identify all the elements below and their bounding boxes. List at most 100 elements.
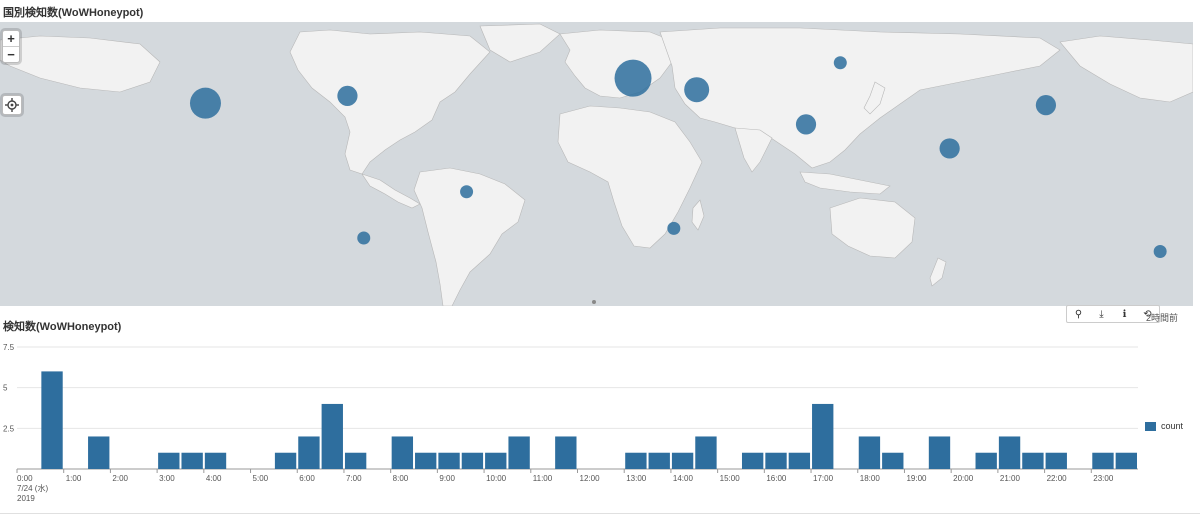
count-bar-chart: 2.5 5 7.5 0:00 1:00 2:00 3:00 4:00 5:00 6:00 7:00 8… (0, 335, 1200, 515)
map-marker[interactable] (1153, 244, 1167, 258)
x-tick-label: 5:00 (253, 474, 269, 483)
bar[interactable] (158, 452, 180, 469)
bar[interactable] (1092, 452, 1114, 469)
x-tick-label: 10:00 (486, 474, 507, 483)
map-marker[interactable] (795, 114, 817, 135)
y-tick-label: 5 (3, 384, 8, 393)
bar[interactable] (555, 436, 577, 469)
chart-panel-title: 検知数(WoWHoneypot) (3, 321, 122, 333)
info-icon[interactable]: ℹ (1118, 309, 1132, 320)
search-icon[interactable]: ⚲ (1072, 309, 1086, 320)
bar[interactable] (508, 436, 530, 469)
asia-landmass (659, 27, 1061, 169)
download-icon[interactable]: ⤓ (1095, 309, 1109, 320)
x-tick-label: 0:00 (17, 474, 33, 483)
date-label: 7/24 (水) (17, 483, 48, 493)
north-america-wrap (1059, 35, 1193, 103)
world-map[interactable]: + − (0, 22, 1193, 306)
x-tick-label: 11:00 (533, 474, 553, 483)
x-tick-label: 22:00 (1047, 474, 1068, 483)
legend-swatch (1145, 421, 1156, 431)
bar[interactable] (298, 436, 320, 469)
bar[interactable] (1022, 452, 1044, 469)
x-tick-label: 12:00 (580, 474, 601, 483)
x-tick-label: 4:00 (206, 474, 222, 483)
map-marker[interactable] (614, 59, 652, 97)
map-marker[interactable] (189, 87, 221, 119)
madagascar-landmass (691, 199, 705, 231)
bar[interactable] (975, 452, 997, 469)
x-tick-label: 7:00 (346, 474, 362, 483)
map-marker[interactable] (939, 138, 960, 159)
bar[interactable] (882, 452, 904, 469)
map-marker[interactable] (833, 56, 847, 70)
zoom-in-button[interactable]: + (3, 31, 19, 46)
bar[interactable] (88, 436, 110, 469)
bar[interactable] (812, 403, 834, 469)
bar[interactable] (438, 452, 460, 469)
x-tick-label: 17:00 (813, 474, 834, 483)
chart-legend[interactable]: count (1145, 421, 1183, 431)
legend-label: count (1161, 421, 1184, 431)
x-tick-label: 16:00 (766, 474, 787, 483)
africa-landmass (557, 105, 703, 249)
bar[interactable] (344, 452, 367, 469)
bar[interactable] (671, 452, 694, 469)
north-america-west-left (0, 35, 161, 93)
bar[interactable] (741, 452, 764, 469)
bar[interactable] (928, 436, 951, 469)
bar[interactable] (788, 452, 811, 469)
x-tick-label: 19:00 (906, 474, 927, 483)
crosshair-icon[interactable] (2, 95, 22, 115)
chart-canvas: 2.5 5 7.5 0:00 1:00 2:00 3:00 4:00 5:00 6:00 7:00 8… (3, 343, 1138, 503)
india-landmass (734, 127, 773, 173)
map-marker[interactable] (337, 85, 358, 106)
north-america-landmass (289, 29, 491, 175)
y-tick-label: 7.5 (3, 343, 15, 352)
x-tick-label: 14:00 (673, 474, 694, 483)
zoom-out-button[interactable]: − (3, 46, 19, 62)
bar[interactable] (765, 452, 787, 469)
bar[interactable] (41, 371, 63, 469)
greenland-landmass (479, 23, 561, 63)
panel-resize-handle[interactable] (592, 300, 596, 304)
bar[interactable] (485, 452, 507, 469)
x-tick-label: 1:00 (66, 474, 82, 483)
bar[interactable] (415, 452, 437, 469)
map-marker[interactable] (460, 185, 474, 199)
bar[interactable] (695, 436, 717, 469)
new-zealand-landmass (929, 257, 947, 287)
bar[interactable] (274, 452, 297, 469)
map-marker[interactable] (1035, 95, 1057, 116)
x-tick-label: 3:00 (159, 474, 175, 483)
bar[interactable] (625, 452, 647, 469)
x-tick-label: 23:00 (1093, 474, 1114, 483)
x-tick-label: 18:00 (860, 474, 881, 483)
bar[interactable] (1115, 452, 1137, 469)
x-tick-label: 8:00 (393, 474, 409, 483)
x-tick-label: 13:00 (626, 474, 647, 483)
bar[interactable] (321, 403, 343, 469)
map-marker[interactable] (357, 231, 371, 245)
crosshair-icon-glyph (5, 98, 19, 112)
divider (0, 513, 1200, 514)
bar[interactable] (461, 452, 484, 469)
year-label: 2019 (17, 494, 35, 503)
world-map-canvas (0, 23, 1193, 306)
southeast-asia-islands (799, 171, 891, 195)
bar[interactable] (391, 436, 414, 469)
bar[interactable] (998, 436, 1021, 469)
map-marker[interactable] (684, 77, 710, 103)
bar[interactable] (204, 452, 227, 469)
map-panel-title: 国別検知数(WoWHoneypot) (3, 7, 144, 19)
map-marker[interactable] (667, 221, 681, 235)
x-tick-label: 21:00 (1000, 474, 1021, 483)
x-tick-label: 9:00 (439, 474, 455, 483)
central-america-landmass (361, 173, 421, 209)
bar[interactable] (648, 452, 670, 469)
zoom-control: + − (2, 30, 20, 63)
bar[interactable] (181, 452, 203, 469)
x-tick-label: 2:00 (112, 474, 128, 483)
bar[interactable] (858, 436, 881, 469)
bar[interactable] (1045, 452, 1067, 469)
